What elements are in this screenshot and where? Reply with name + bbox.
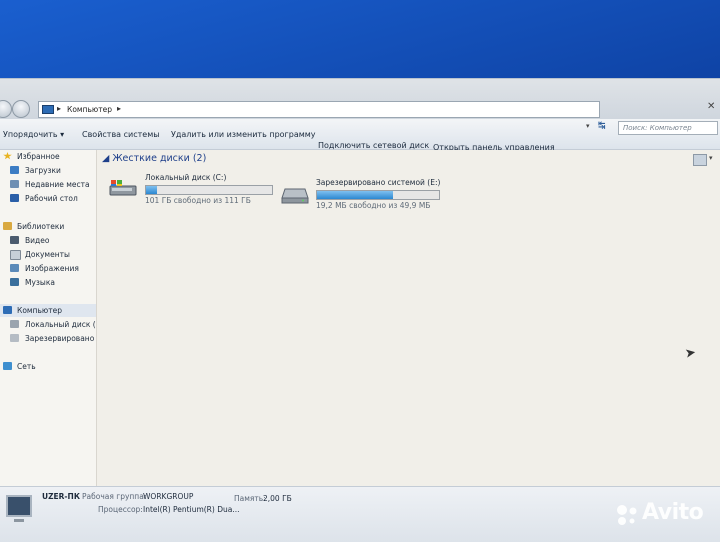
refresh-icon[interactable]: ↹	[598, 121, 606, 131]
nav-favorites-label: Избранное	[17, 152, 60, 161]
processor-label: Процессор:	[98, 505, 143, 514]
computer-monitor-icon	[6, 495, 32, 522]
desktop-icon	[10, 194, 19, 202]
hard-drive-icon	[10, 320, 19, 328]
drive-e-usage-bar	[316, 190, 440, 200]
nav-desktop-label: Рабочий стол	[25, 194, 78, 203]
details-pane: UZER-ПК Рабочая группа: WORKGROUP Память…	[0, 486, 720, 542]
nav-desktop[interactable]: Рабочий стол	[0, 192, 96, 205]
workgroup-value: WORKGROUP	[143, 492, 194, 501]
nav-downloads[interactable]: Загрузки	[0, 164, 96, 177]
nav-local-disk-label: Локальный диск (С	[25, 320, 97, 329]
command-bar: Упорядочить ▾ Свойства системы Удалить и…	[0, 119, 720, 152]
forward-button[interactable]	[12, 100, 30, 118]
nav-favorites[interactable]: Избранное	[0, 150, 96, 163]
nav-music-label: Музыка	[25, 278, 55, 287]
computer-icon	[3, 306, 12, 314]
drive-e-name: Зарезервировано системой (E:)	[316, 178, 441, 187]
uninstall-program-button[interactable]: Удалить или изменить программу	[171, 130, 316, 139]
drive-e-free-space: 19,2 МБ свободно из 49,9 МБ	[316, 201, 431, 210]
close-icon[interactable]: ✕	[707, 101, 715, 112]
system-properties-button[interactable]: Свойства системы	[82, 130, 160, 139]
processor-value: Intel(R) Pentium(R) Dua...	[143, 505, 240, 514]
nav-recent-places[interactable]: Недавние места	[0, 178, 96, 191]
nav-computer-label: Компьютер	[17, 306, 62, 315]
network-icon	[3, 362, 12, 370]
breadcrumb-separator-icon[interactable]: ▸	[57, 104, 61, 113]
music-icon	[10, 278, 19, 286]
breadcrumb-computer[interactable]: Компьютер	[67, 105, 112, 114]
address-box[interactable]: ▸ Компьютер ▸	[38, 101, 600, 118]
hard-drive-icon	[281, 188, 309, 204]
memory-label: Память:	[234, 494, 266, 503]
explorer-window: ▸ Компьютер ▸ ✕ Упорядочить ▾ Свойства с…	[0, 78, 720, 542]
file-list-pane[interactable]: ◢ Жесткие диски (2) ▾ Локальный диск (C:…	[97, 150, 720, 486]
back-button[interactable]	[0, 100, 12, 118]
address-dropdown-icon[interactable]: ▾	[586, 122, 590, 130]
star-icon	[3, 152, 12, 160]
nav-libraries-label: Библиотеки	[17, 222, 65, 231]
video-icon	[10, 236, 19, 244]
hard-drive-icon	[10, 334, 19, 342]
search-input[interactable]: Поиск: Компьютер	[618, 121, 718, 135]
nav-recent-label: Недавние места	[25, 180, 90, 189]
nav-local-disk[interactable]: Локальный диск (С	[0, 318, 96, 331]
drive-c-usage-bar	[145, 185, 273, 195]
nav-downloads-label: Загрузки	[25, 166, 61, 175]
nav-music[interactable]: Музыка	[0, 276, 96, 289]
breadcrumb-chevron-icon[interactable]: ▸	[117, 104, 121, 113]
mouse-cursor-icon: ➤	[683, 345, 698, 362]
navigation-pane: Избранное Загрузки Недавние места Рабочи…	[0, 150, 97, 486]
drive-c-name: Локальный диск (C:)	[145, 173, 227, 182]
nav-network-label: Сеть	[17, 362, 36, 371]
computer-name: UZER-ПК	[42, 492, 80, 501]
documents-icon	[10, 250, 21, 260]
view-dropdown-icon[interactable]: ▾	[709, 154, 713, 162]
map-network-drive-button[interactable]: Подключить сетевой диск	[318, 141, 429, 150]
workgroup-label: Рабочая группа:	[82, 492, 147, 501]
recent-places-icon	[10, 180, 19, 188]
drive-e-usage-fill	[317, 191, 393, 199]
nav-pictures-label: Изображения	[25, 264, 79, 273]
drive-c-free-space: 101 ГБ свободно из 111 ГБ	[145, 196, 251, 205]
nav-pictures[interactable]: Изображения	[0, 262, 96, 275]
nav-documents-label: Документы	[25, 250, 70, 259]
nav-network[interactable]: Сеть	[0, 360, 96, 373]
nav-computer[interactable]: Компьютер	[0, 304, 96, 317]
drive-e-item[interactable]: Зарезервировано системой (E:) 19,2 МБ св…	[281, 178, 461, 216]
drive-c-usage-fill	[146, 186, 158, 194]
organize-button[interactable]: Упорядочить ▾	[3, 130, 64, 139]
group-header-label: Жесткие диски (2)	[112, 153, 207, 164]
nav-video[interactable]: Видео	[0, 234, 96, 247]
nav-documents[interactable]: Документы	[0, 248, 96, 261]
address-bar-area: ▸ Компьютер ▸ ✕	[0, 79, 720, 119]
windows-hard-drive-icon	[109, 180, 137, 196]
computer-icon	[42, 105, 54, 114]
view-options-icon[interactable]	[693, 154, 707, 166]
memory-value: 2,00 ГБ	[263, 494, 292, 503]
drive-c-item[interactable]: Локальный диск (C:) 101 ГБ свободно из 1…	[109, 173, 289, 209]
libraries-icon	[3, 222, 12, 230]
nav-libraries[interactable]: Библиотеки	[0, 220, 96, 233]
nav-video-label: Видео	[25, 236, 50, 245]
nav-reserved-label: Зарезервировано с	[25, 334, 97, 343]
group-header[interactable]: ◢ Жесткие диски (2)	[102, 153, 206, 164]
downloads-icon	[10, 166, 19, 174]
nav-reserved-disk[interactable]: Зарезервировано с	[0, 332, 96, 345]
avito-logo-icon	[617, 505, 637, 525]
avito-watermark: Avito	[642, 500, 704, 525]
pictures-icon	[10, 264, 19, 272]
